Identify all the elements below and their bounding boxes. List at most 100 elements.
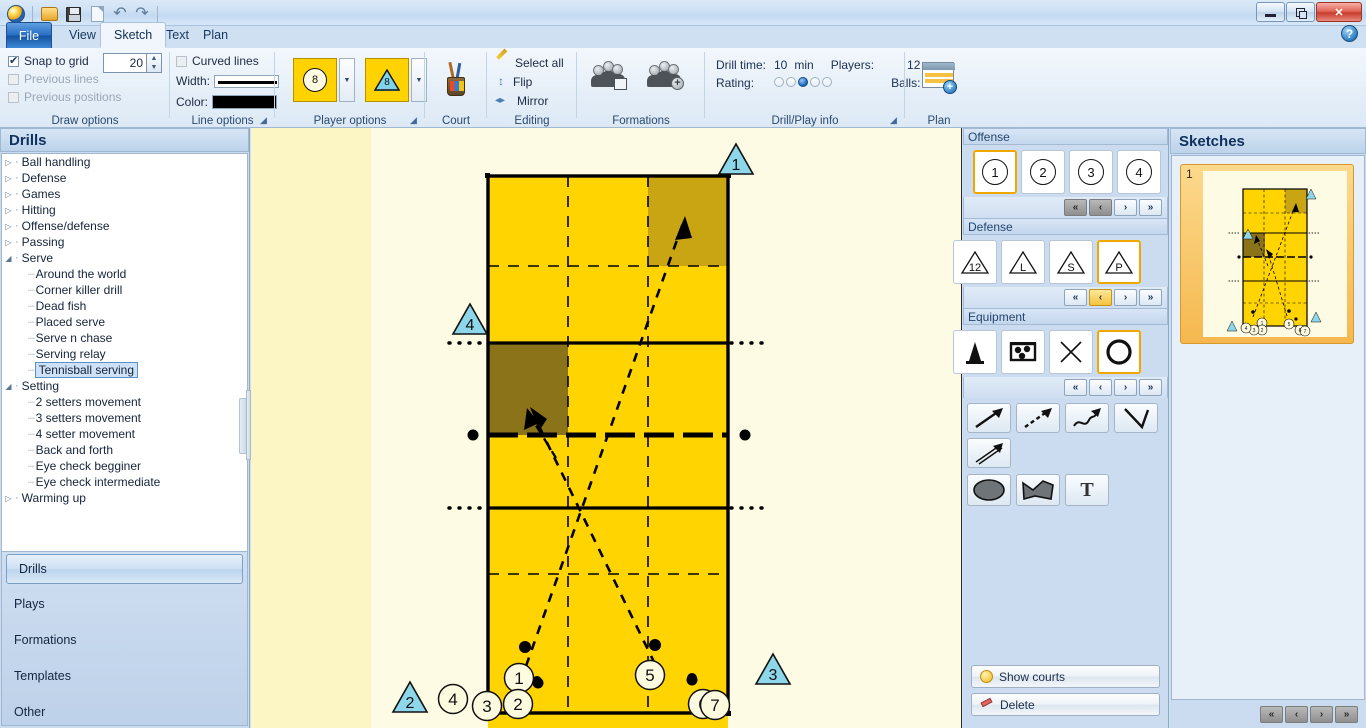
- defense-marker-4[interactable]: 4: [451, 302, 489, 339]
- tab-file[interactable]: File: [6, 22, 52, 48]
- help-icon[interactable]: ?: [1341, 25, 1358, 42]
- delete-button[interactable]: Delete: [971, 693, 1160, 716]
- defense-tool-s[interactable]: S: [1049, 240, 1093, 284]
- sketches-pager-next[interactable]: ›: [1310, 706, 1333, 723]
- offense-tool-1[interactable]: 1: [973, 150, 1017, 194]
- chevron-right-icon[interactable]: ▷: [2, 158, 15, 167]
- flip-button[interactable]: ↕ Flip: [495, 72, 564, 91]
- spin-up-icon[interactable]: ▲: [147, 54, 161, 63]
- sketches-pager-prev[interactable]: ‹: [1285, 706, 1308, 723]
- save-icon[interactable]: [63, 4, 83, 24]
- defense-tool-p[interactable]: P: [1097, 240, 1141, 284]
- rating-dot-4[interactable]: [810, 77, 820, 87]
- defense-marker-1[interactable]: 1: [717, 142, 755, 179]
- app-logo-icon[interactable]: [6, 4, 26, 24]
- ellipse-tool[interactable]: [967, 474, 1011, 506]
- rating-dot-1[interactable]: [774, 77, 784, 87]
- offense-tool-3[interactable]: 3: [1069, 150, 1113, 194]
- tree-item-2-setters-movement[interactable]: ┈ 2 setters movement: [2, 394, 247, 410]
- mirror-button[interactable]: ◂▸ Mirror: [495, 91, 564, 110]
- tree-item-hitting[interactable]: ▷ · Hitting: [2, 202, 247, 218]
- court-drawing[interactable]: [251, 128, 962, 728]
- offense-tool-2[interactable]: 2: [1021, 150, 1065, 194]
- select-all-button[interactable]: Select all: [495, 53, 564, 72]
- tree-item-3-setters-movement[interactable]: ┈ 3 setters movement: [2, 410, 247, 426]
- chevron-right-icon[interactable]: ▷: [2, 222, 15, 231]
- line-color-row[interactable]: Color:: [176, 93, 279, 111]
- tree-item-eye-check-begginer[interactable]: ┈ Eye check begginer: [2, 458, 247, 474]
- tree-item-corner-killer-drill[interactable]: ┈ Corner killer drill: [2, 282, 247, 298]
- defense-player-picker[interactable]: 8 ▼: [365, 58, 427, 102]
- squiggle-arrow-tool[interactable]: [1065, 403, 1109, 433]
- solid-arrow-tool[interactable]: [967, 403, 1011, 433]
- chevron-right-icon[interactable]: ▷: [2, 190, 15, 199]
- tree-item-games[interactable]: ▷ · Games: [2, 186, 247, 202]
- tree-item-serving-relay[interactable]: ┈ Serving relay: [2, 346, 247, 362]
- previous-positions-checkbox[interactable]: [8, 91, 19, 103]
- equipment-pager-first[interactable]: «: [1064, 379, 1087, 396]
- tree-item-placed-serve[interactable]: ┈ Placed serve: [2, 314, 247, 330]
- equipment-tool-ball-cart[interactable]: [1001, 330, 1045, 374]
- offense-pager-next[interactable]: ›: [1114, 199, 1137, 216]
- tree-item-defense[interactable]: ▷ · Defense: [2, 170, 247, 186]
- chevron-right-icon[interactable]: ▷: [2, 238, 15, 247]
- plan-button[interactable]: +: [922, 62, 957, 94]
- tree-item-around-the-world[interactable]: ┈ Around the world: [2, 266, 247, 282]
- defense-pager-last[interactable]: »: [1139, 289, 1162, 306]
- tree-item-setting[interactable]: ◢ · Setting: [2, 378, 247, 394]
- sketches-list[interactable]: 1 1 2 3 4 5 6 7: [1171, 155, 1365, 700]
- tree-item-back-and-forth[interactable]: ┈ Back and forth: [2, 442, 247, 458]
- offense-player-picker[interactable]: 8 ▼: [293, 58, 355, 102]
- defense-marker-2[interactable]: 2: [391, 680, 429, 717]
- rating-dot-2[interactable]: [786, 77, 796, 87]
- redo-icon[interactable]: ↷: [133, 6, 151, 22]
- line-color-swatch[interactable]: [212, 95, 278, 109]
- rating-control[interactable]: [771, 75, 877, 91]
- snap-to-grid-checkbox[interactable]: [8, 54, 19, 67]
- polygon-tool[interactable]: [1016, 474, 1060, 506]
- offense-tool-4[interactable]: 4: [1117, 150, 1161, 194]
- court-canvas[interactable]: 1 4 2 3 1 2 3 4 5 6 7: [251, 128, 962, 728]
- nav-item-formations[interactable]: Formations: [2, 622, 247, 658]
- close-button[interactable]: ✕: [1316, 2, 1362, 22]
- tree-item-ball-handling[interactable]: ▷ · Ball handling: [2, 154, 247, 170]
- sketches-pager-first[interactable]: «: [1260, 706, 1283, 723]
- offense-marker-3[interactable]: 3: [471, 690, 503, 725]
- double-arrow-tool[interactable]: [967, 438, 1011, 468]
- previous-lines-checkbox[interactable]: [8, 73, 19, 85]
- line-options-dialog-launcher-icon[interactable]: ◢: [258, 115, 269, 126]
- defense-pager-next[interactable]: ›: [1114, 289, 1137, 306]
- offense-player-dropdown-icon[interactable]: ▼: [339, 58, 355, 102]
- tab-plan[interactable]: Plan: [190, 22, 241, 48]
- defense-player-button[interactable]: 8: [365, 58, 409, 102]
- offense-pager-first[interactable]: «: [1064, 199, 1087, 216]
- show-courts-button[interactable]: Show courts: [971, 665, 1160, 688]
- chevron-down-icon[interactable]: ◢: [2, 382, 15, 391]
- sketch-item-1[interactable]: 1 1 2 3 4 5 6 7: [1180, 164, 1354, 344]
- defense-pager-prev[interactable]: ‹: [1089, 289, 1112, 306]
- tree-item-serve-n-chase[interactable]: ┈ Serve n chase: [2, 330, 247, 346]
- defense-tool-12[interactable]: 12: [953, 240, 997, 284]
- drill-info-dialog-launcher-icon[interactable]: ◢: [888, 115, 899, 126]
- maximize-button[interactable]: [1286, 2, 1315, 22]
- offense-marker-5[interactable]: 5: [634, 659, 666, 694]
- court-button[interactable]: [441, 61, 471, 96]
- equipment-pager-last[interactable]: »: [1139, 379, 1162, 396]
- chevron-right-icon[interactable]: ▷: [2, 174, 15, 183]
- player-options-dialog-launcher-icon[interactable]: ◢: [408, 115, 419, 126]
- add-formation-button[interactable]: +: [647, 60, 685, 90]
- tree-item-eye-check-intermediate[interactable]: ┈ Eye check intermediate: [2, 474, 247, 490]
- offense-marker-4[interactable]: 4: [437, 683, 469, 718]
- defense-tool-l[interactable]: L: [1001, 240, 1045, 284]
- tree-item-offense-defense[interactable]: ▷ · Offense/defense: [2, 218, 247, 234]
- offense-marker-2[interactable]: 2: [502, 688, 534, 723]
- chevron-right-icon[interactable]: ▷: [2, 494, 15, 503]
- offense-marker-7[interactable]: 7: [699, 689, 731, 724]
- dashed-arrow-tool[interactable]: [1016, 403, 1060, 433]
- chevron-right-icon[interactable]: ▷: [2, 206, 15, 215]
- tree-item-dead-fish[interactable]: ┈ Dead fish: [2, 298, 247, 314]
- bent-line-tool[interactable]: [1114, 403, 1158, 433]
- sketches-pager-last[interactable]: »: [1335, 706, 1358, 723]
- offense-player-button[interactable]: 8: [293, 58, 337, 102]
- defense-marker-3[interactable]: 3: [754, 652, 792, 689]
